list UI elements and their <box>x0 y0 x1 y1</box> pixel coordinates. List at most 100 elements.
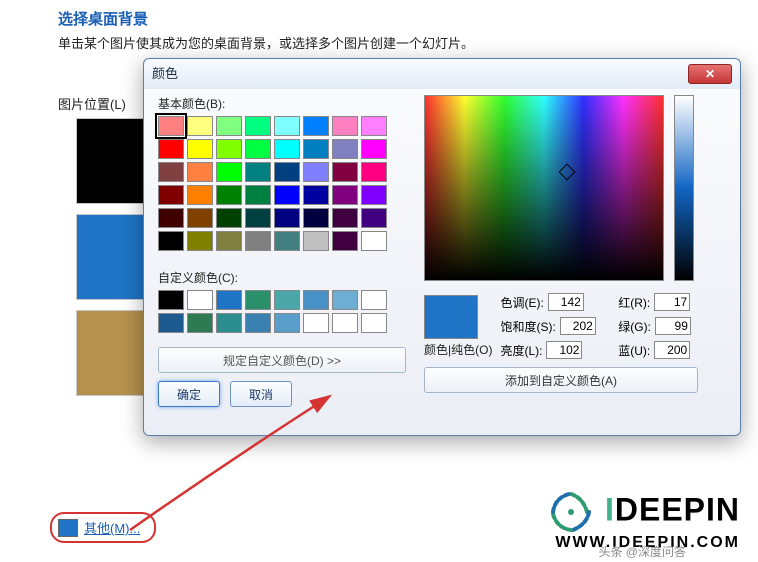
close-button[interactable]: ✕ <box>688 64 732 84</box>
blue-input[interactable] <box>654 341 690 359</box>
basic-color-swatch[interactable] <box>245 139 271 159</box>
basic-color-swatch[interactable] <box>216 208 242 228</box>
basic-color-swatch[interactable] <box>361 139 387 159</box>
ok-button[interactable]: 确定 <box>158 381 220 407</box>
basic-color-swatch[interactable] <box>332 208 358 228</box>
basic-color-grid <box>158 116 410 251</box>
cancel-button[interactable]: 取消 <box>230 381 292 407</box>
custom-color-swatch[interactable] <box>332 313 358 333</box>
basic-color-swatch[interactable] <box>274 185 300 205</box>
close-icon: ✕ <box>705 59 715 89</box>
basic-color-swatch[interactable] <box>216 185 242 205</box>
basic-color-swatch[interactable] <box>158 185 184 205</box>
basic-color-swatch[interactable] <box>332 116 358 136</box>
basic-color-swatch[interactable] <box>274 231 300 251</box>
custom-color-swatch[interactable] <box>216 313 242 333</box>
attribution-text: 头条 @深度问答 <box>598 543 686 560</box>
green-input[interactable] <box>655 317 691 335</box>
red-input[interactable] <box>654 293 690 311</box>
basic-color-swatch[interactable] <box>361 162 387 182</box>
basic-color-swatch[interactable] <box>187 231 213 251</box>
color-gradient-picker[interactable] <box>424 95 664 281</box>
basic-colors-label: 基本颜色(B): <box>158 95 410 112</box>
other-color-link[interactable]: 其他(M)... <box>84 518 140 537</box>
basic-color-swatch[interactable] <box>216 139 242 159</box>
red-label: 红(R): <box>618 294 650 311</box>
custom-color-swatch[interactable] <box>274 313 300 333</box>
brand-rest: DEEPIN <box>615 491 740 527</box>
basic-color-swatch[interactable] <box>303 139 329 159</box>
basic-color-swatch[interactable] <box>361 185 387 205</box>
basic-color-swatch[interactable] <box>332 231 358 251</box>
custom-colors-label: 自定义颜色(C): <box>158 269 410 286</box>
picture-location-label: 图片位置(L) <box>58 94 126 113</box>
basic-color-swatch[interactable] <box>187 185 213 205</box>
lum-input[interactable] <box>546 341 582 359</box>
basic-color-swatch[interactable] <box>245 162 271 182</box>
custom-color-swatch[interactable] <box>245 313 271 333</box>
basic-color-swatch[interactable] <box>361 116 387 136</box>
custom-color-swatch[interactable] <box>245 290 271 310</box>
basic-color-swatch[interactable] <box>303 208 329 228</box>
basic-color-swatch[interactable] <box>187 139 213 159</box>
custom-color-swatch[interactable] <box>158 290 184 310</box>
dialog-title: 颜色 <box>152 59 178 89</box>
custom-color-swatch[interactable] <box>187 313 213 333</box>
basic-color-swatch[interactable] <box>303 185 329 205</box>
basic-color-swatch[interactable] <box>303 162 329 182</box>
other-color-swatch <box>58 519 78 537</box>
hue-label: 色调(E): <box>500 294 543 311</box>
basic-color-swatch[interactable] <box>216 231 242 251</box>
hue-input[interactable] <box>548 293 584 311</box>
custom-color-grid <box>158 290 410 333</box>
sat-input[interactable] <box>560 317 596 335</box>
custom-color-swatch[interactable] <box>187 290 213 310</box>
custom-color-swatch[interactable] <box>303 290 329 310</box>
custom-color-swatch[interactable] <box>361 313 387 333</box>
custom-color-swatch[interactable] <box>361 290 387 310</box>
custom-color-swatch[interactable] <box>303 313 329 333</box>
basic-color-swatch[interactable] <box>216 162 242 182</box>
lum-label: 亮度(L): <box>500 342 542 359</box>
basic-color-swatch[interactable] <box>158 208 184 228</box>
custom-color-swatch[interactable] <box>274 290 300 310</box>
define-custom-color-button[interactable]: 规定自定义颜色(D) >> <box>158 347 406 373</box>
custom-color-swatch[interactable] <box>158 313 184 333</box>
basic-color-swatch[interactable] <box>187 116 213 136</box>
dialog-titlebar: 颜色 ✕ <box>144 59 740 89</box>
basic-color-swatch[interactable] <box>361 208 387 228</box>
basic-color-swatch[interactable] <box>274 139 300 159</box>
basic-color-swatch[interactable] <box>274 162 300 182</box>
basic-color-swatch[interactable] <box>158 116 184 136</box>
basic-color-swatch[interactable] <box>332 162 358 182</box>
basic-color-swatch[interactable] <box>303 231 329 251</box>
basic-color-swatch[interactable] <box>187 208 213 228</box>
basic-color-swatch[interactable] <box>332 185 358 205</box>
blue-label: 蓝(U): <box>618 342 650 359</box>
basic-color-swatch[interactable] <box>158 139 184 159</box>
gradient-cursor-icon <box>559 164 576 181</box>
basic-color-swatch[interactable] <box>245 116 271 136</box>
other-color-link-highlight: 其他(M)... <box>50 512 156 543</box>
custom-color-swatch[interactable] <box>332 290 358 310</box>
luminance-slider[interactable] <box>674 95 694 281</box>
logo-swirl-icon <box>543 490 599 534</box>
custom-color-swatch[interactable] <box>216 290 242 310</box>
color-dialog: 颜色 ✕ 基本颜色(B): 自定义颜色(C): 规定自定义颜色(D) >> 确定… <box>143 58 741 436</box>
basic-color-swatch[interactable] <box>245 231 271 251</box>
add-to-custom-button[interactable]: 添加到自定义颜色(A) <box>424 367 698 393</box>
color-preview-label: 颜色|纯色(O) <box>424 341 492 358</box>
basic-color-swatch[interactable] <box>274 116 300 136</box>
basic-color-swatch[interactable] <box>158 162 184 182</box>
basic-color-swatch[interactable] <box>303 116 329 136</box>
basic-color-swatch[interactable] <box>332 139 358 159</box>
basic-color-swatch[interactable] <box>274 208 300 228</box>
basic-color-swatch[interactable] <box>361 231 387 251</box>
brand-prefix: I <box>605 491 615 527</box>
basic-color-swatch[interactable] <box>158 231 184 251</box>
basic-color-swatch[interactable] <box>245 185 271 205</box>
basic-color-swatch[interactable] <box>187 162 213 182</box>
sat-label: 饱和度(S): <box>500 318 555 335</box>
basic-color-swatch[interactable] <box>216 116 242 136</box>
basic-color-swatch[interactable] <box>245 208 271 228</box>
